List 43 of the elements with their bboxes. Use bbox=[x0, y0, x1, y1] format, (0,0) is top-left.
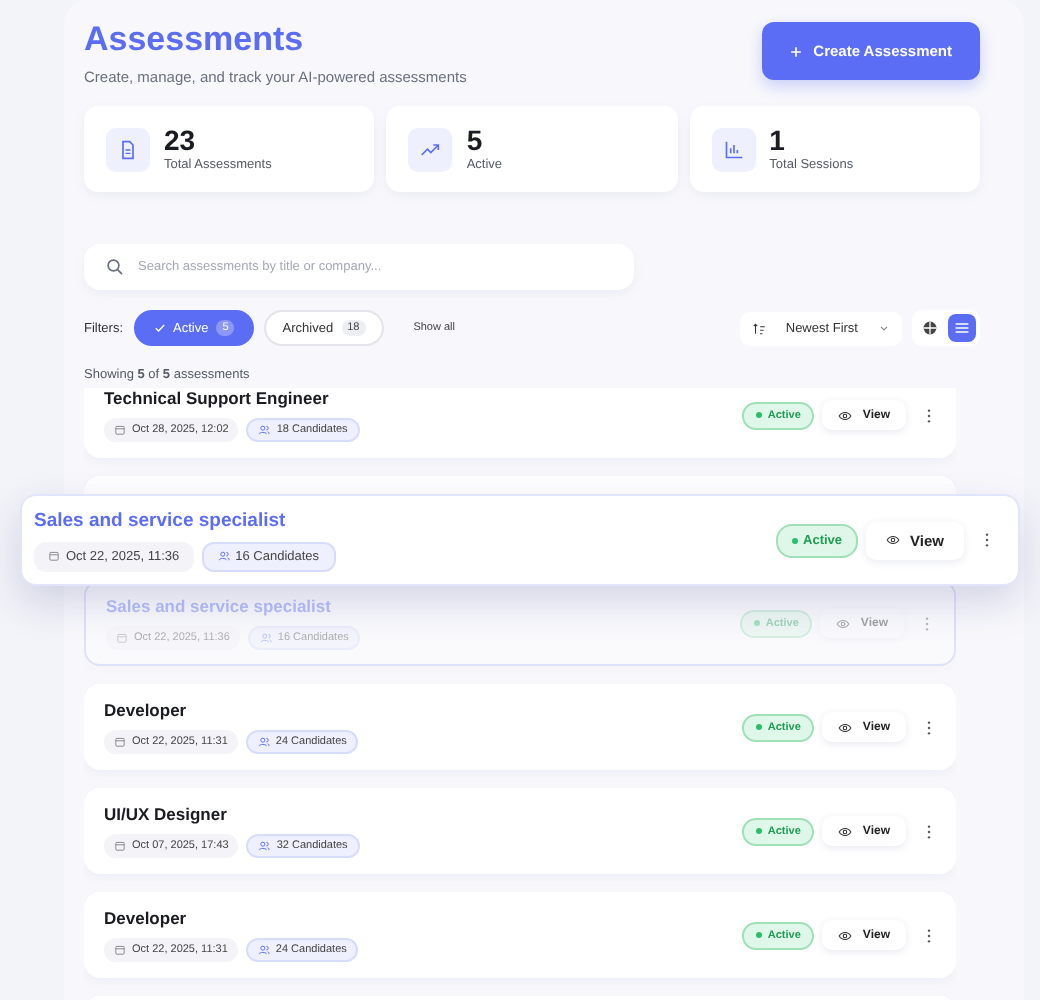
eye-icon bbox=[838, 721, 853, 733]
assessment-title[interactable]: Sales and service specialist bbox=[34, 509, 336, 531]
assessment-title[interactable]: UI/UX Designer bbox=[104, 804, 360, 824]
plus-icon bbox=[789, 45, 802, 57]
eye-icon bbox=[838, 929, 853, 941]
calendar-icon bbox=[114, 944, 126, 956]
globe-icon bbox=[922, 320, 938, 336]
sort-icon bbox=[751, 321, 766, 335]
assessment-title[interactable]: Developer bbox=[104, 700, 359, 720]
stat-icon bbox=[408, 127, 453, 171]
eye-icon bbox=[838, 825, 853, 837]
calendar-icon bbox=[114, 424, 126, 436]
calendar-icon bbox=[114, 840, 126, 852]
more-options-icon[interactable] bbox=[926, 719, 932, 735]
more-options-icon[interactable] bbox=[926, 407, 932, 423]
more-options-icon[interactable] bbox=[926, 823, 932, 839]
assessment-title[interactable]: Developer bbox=[104, 908, 359, 928]
users-icon bbox=[259, 632, 272, 644]
page-title: Assessments bbox=[84, 20, 306, 60]
users-icon bbox=[257, 944, 270, 956]
users-icon bbox=[258, 424, 271, 436]
eye-icon bbox=[836, 617, 851, 629]
assessment-title[interactable]: Technical Support Engineer bbox=[104, 388, 360, 408]
stat-value: 23 bbox=[164, 126, 198, 156]
users-icon bbox=[217, 550, 230, 562]
list-icon bbox=[954, 320, 970, 336]
search-icon bbox=[106, 258, 124, 276]
stat-value: 1 bbox=[769, 126, 787, 156]
stat-value: 5 bbox=[466, 126, 485, 156]
calendar-icon bbox=[116, 632, 128, 644]
users-icon bbox=[258, 840, 271, 852]
eye-icon bbox=[838, 409, 853, 421]
more-options-icon[interactable] bbox=[926, 927, 932, 943]
check-icon bbox=[153, 322, 165, 334]
stat-icon bbox=[106, 127, 150, 171]
more-options-icon[interactable] bbox=[984, 532, 990, 548]
list-view-button[interactable] bbox=[948, 314, 976, 342]
calendar-icon bbox=[48, 550, 60, 562]
calendar-icon bbox=[114, 736, 126, 748]
stat-icon bbox=[711, 127, 756, 171]
chevron-down-icon bbox=[878, 322, 890, 334]
users-icon bbox=[257, 736, 270, 748]
eye-icon bbox=[886, 534, 901, 546]
